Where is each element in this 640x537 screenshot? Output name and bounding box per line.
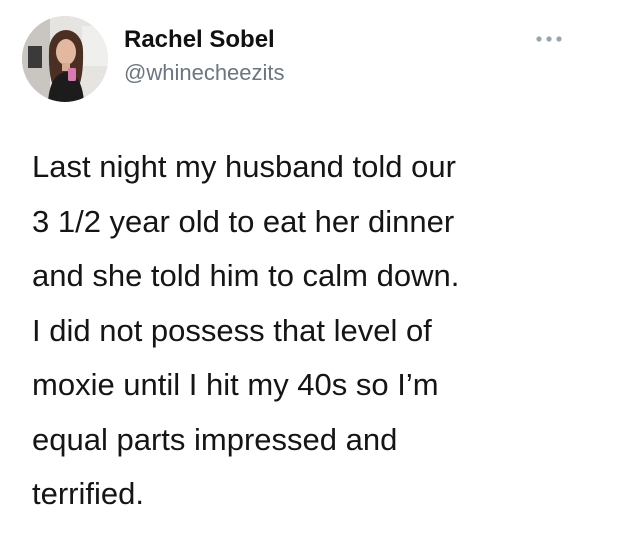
tweet-card: Rachel Sobel @whinecheezits Last night m…	[0, 0, 640, 537]
tweet-text-line: equal parts impressed and	[32, 421, 398, 457]
tweet-text-line: and she told him to calm down.	[32, 258, 460, 293]
tweet-text-line: moxie until I hit my 40s so I’m	[32, 367, 439, 402]
tweet-text: Last night my husband told our 3 1/2 yea…	[32, 140, 622, 522]
user-handle[interactable]: @whinecheezits	[124, 60, 285, 86]
more-options-icon[interactable]	[534, 32, 564, 46]
tweet-text-line: Last night my husband told our	[32, 149, 456, 184]
avatar[interactable]	[22, 16, 108, 102]
avatar-photo	[22, 16, 108, 102]
tweet-text-line: 3 1/2 year old to eat her dinner	[32, 203, 455, 239]
tweet-text-line: I did not possess that level of	[32, 312, 432, 348]
tweet-text-line: terrified.	[32, 476, 144, 511]
display-name[interactable]: Rachel Sobel	[124, 26, 275, 54]
